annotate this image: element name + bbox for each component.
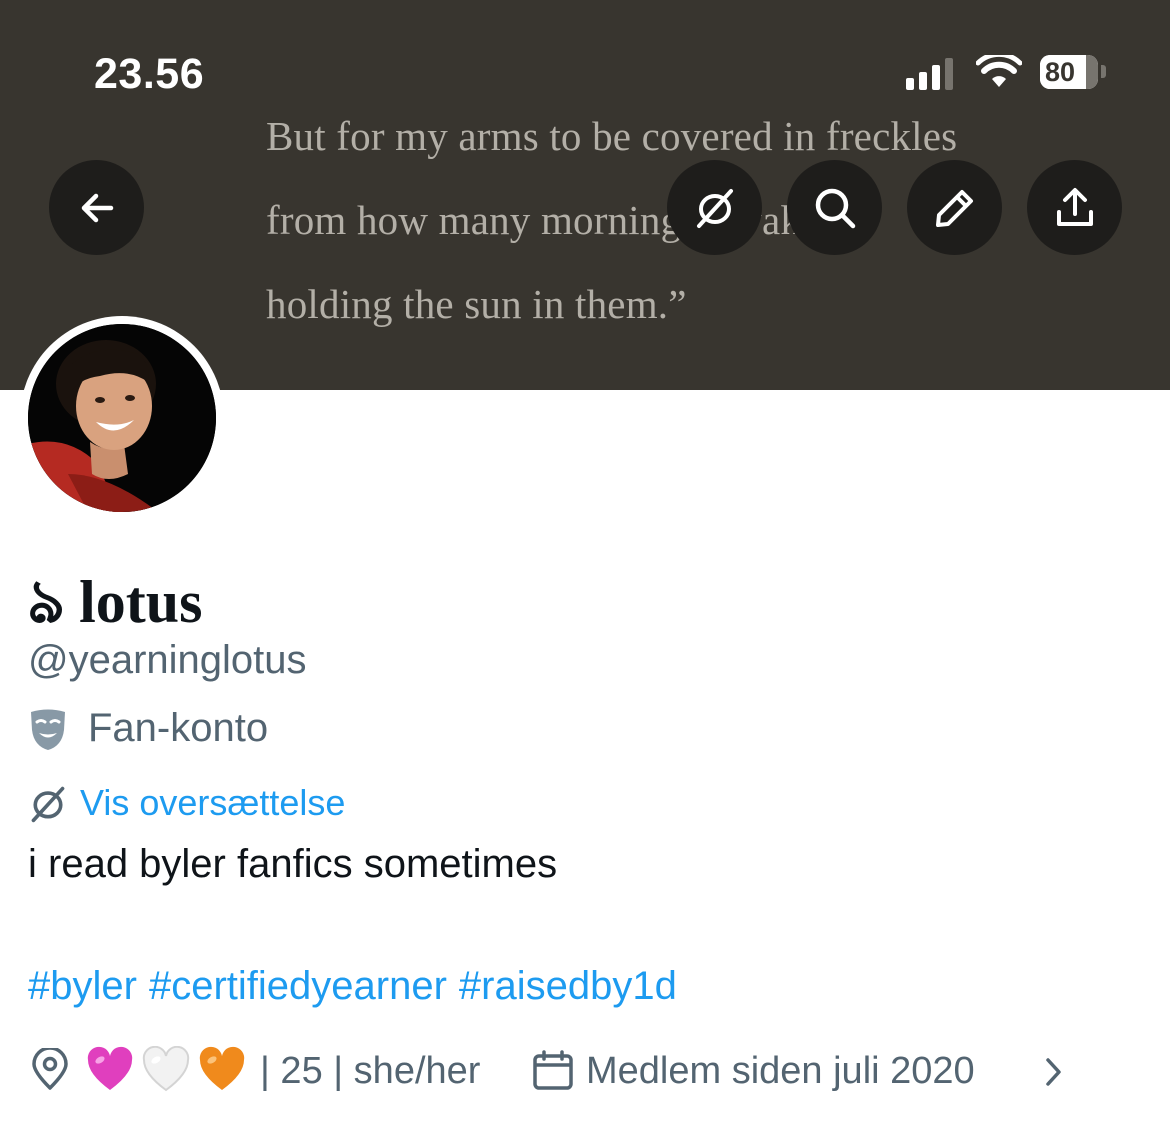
arrow-left-icon xyxy=(81,193,113,222)
share-button[interactable] xyxy=(1027,160,1122,255)
wifi-icon xyxy=(975,51,1023,94)
orange-heart-icon xyxy=(199,1046,245,1090)
edit-icon xyxy=(935,189,973,227)
pink-heart-icon xyxy=(87,1046,133,1090)
join-date-item[interactable]: Medlem siden juli 2020 xyxy=(532,1044,1061,1096)
profile-meta: | 25 | she/her Medlem siden juli 2020 xyxy=(28,1044,1128,1096)
bio-hashtags: #byler #certifiedyearner #raisedby1d xyxy=(28,964,689,1009)
profile-bio: i read byler fanfics sometimes xyxy=(28,842,558,886)
hashtag-link[interactable]: #byler xyxy=(28,964,137,1008)
battery-nub xyxy=(1101,65,1106,78)
account-label-text: Fan-konto xyxy=(88,706,269,750)
search-button[interactable] xyxy=(787,160,882,255)
location-item: | 25 | she/her xyxy=(28,1044,498,1096)
join-date-text: Medlem siden juli 2020 xyxy=(586,1050,975,1092)
banner-text-line: from how many mornings I wake up xyxy=(266,197,872,243)
banner-text-line: holding the sun in them.” xyxy=(266,281,687,327)
avatar[interactable] xyxy=(28,324,216,512)
avatar-photo xyxy=(28,324,216,512)
battery-level: 80 xyxy=(1045,57,1076,87)
translate-icon xyxy=(31,786,65,823)
username-handle: @yearninglotus xyxy=(28,638,307,682)
banner-text-line: But for my arms to be covered in freckle… xyxy=(266,113,958,159)
cellular-signal-icon xyxy=(906,58,958,90)
theater-mask-icon xyxy=(31,709,65,750)
edit-button[interactable] xyxy=(907,160,1002,255)
location-text: | 25 | she/her xyxy=(260,1050,481,1092)
name-glyph: ঌ xyxy=(28,569,65,635)
back-button[interactable] xyxy=(49,160,144,255)
show-translation-text: Vis oversættelse xyxy=(80,782,346,823)
name-text: lotus xyxy=(79,569,203,635)
chevron-right-icon xyxy=(1046,1058,1061,1086)
white-heart-icon xyxy=(142,1046,190,1092)
battery-indicator: 80 xyxy=(1040,55,1098,89)
hashtag-link[interactable]: #raisedby1d xyxy=(459,964,677,1008)
location-pin-icon xyxy=(32,1048,68,1090)
search-icon xyxy=(815,188,855,228)
hashtag-link[interactable]: #certifiedyearner xyxy=(149,964,447,1008)
translate-button[interactable] xyxy=(667,160,762,255)
share-icon xyxy=(1056,187,1093,226)
calendar-icon xyxy=(533,1050,573,1090)
status-time: 23.56 xyxy=(94,50,205,98)
translate-icon xyxy=(696,188,733,228)
